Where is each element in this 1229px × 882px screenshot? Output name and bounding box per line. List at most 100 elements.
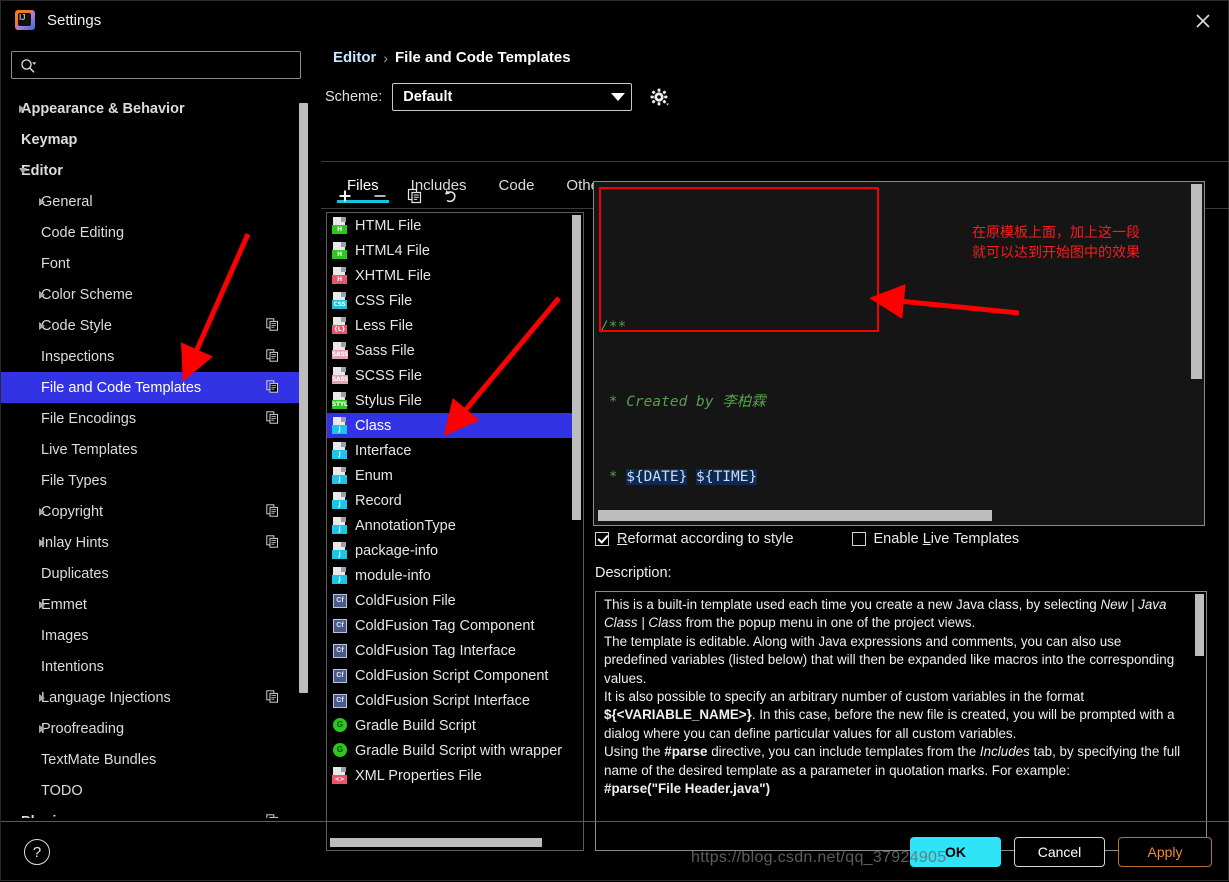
apply-button[interactable]: Apply	[1118, 837, 1212, 867]
copy-icon[interactable]	[266, 318, 279, 331]
template-list-item[interactable]: Cf ColdFusion File	[327, 588, 575, 613]
breadcrumb-separator: ›	[383, 49, 389, 66]
template-list-item[interactable]: H HTML File	[327, 213, 575, 238]
help-button[interactable]: ?	[24, 839, 50, 865]
sidebar-item-intentions[interactable]: Intentions	[1, 651, 301, 682]
settings-tree: Appearance & Behavior Keymap Editor General…	[1, 93, 301, 818]
template-list-item[interactable]: Cf ColdFusion Script Component	[327, 663, 575, 688]
copy-icon[interactable]	[266, 690, 279, 703]
template-list-item-label: ColdFusion Tag Component	[355, 617, 535, 634]
sidebar-item-general[interactable]: General	[1, 186, 301, 217]
template-list-item[interactable]: {L} Less File	[327, 313, 575, 338]
sidebar-item-live-templates[interactable]: Live Templates	[1, 434, 301, 465]
close-icon[interactable]	[1192, 10, 1214, 32]
chevron-right-icon[interactable]	[39, 600, 45, 609]
copy-icon[interactable]	[266, 380, 279, 393]
sidebar-item-file-types[interactable]: File Types	[1, 465, 301, 496]
sidebar-item-duplicates[interactable]: Duplicates	[1, 558, 301, 589]
template-list-item[interactable]: J Interface	[327, 438, 575, 463]
sidebar-item-language-injections[interactable]: Language Injections	[1, 682, 301, 713]
description-scrollbar[interactable]	[1195, 594, 1204, 656]
scheme-row: Scheme: Default	[325, 83, 670, 111]
reformat-checkbox[interactable]: Reformat according to style	[595, 531, 794, 547]
java-record-icon: J	[332, 492, 348, 509]
templates-list-vscrollbar[interactable]	[572, 215, 581, 520]
template-list-item[interactable]: STYL Stylus File	[327, 388, 575, 413]
plus-icon[interactable]	[336, 187, 354, 205]
minus-icon[interactable]	[371, 187, 389, 205]
sidebar-item-plugins[interactable]: Plugins	[1, 806, 301, 818]
chevron-down-icon[interactable]	[19, 167, 27, 174]
sidebar-item-code-style[interactable]: Code Style	[1, 310, 301, 341]
chevron-right-icon[interactable]	[39, 724, 45, 733]
editor-hscrollbar[interactable]	[598, 510, 992, 521]
cancel-button[interactable]: Cancel	[1014, 837, 1105, 867]
template-list-item[interactable]: <> XML Properties File	[327, 763, 575, 788]
undo-icon[interactable]	[441, 187, 459, 205]
enable-live-templates-checkbox[interactable]: Enable Live Templates	[851, 531, 1019, 547]
chinese-annotation: 在原模板上面，加上这一段 就可以达到开始图中的效果	[972, 225, 1140, 261]
editor-vscrollbar[interactable]	[1191, 184, 1202, 379]
template-list-item[interactable]: Cf ColdFusion Tag Interface	[327, 638, 575, 663]
copy-icon[interactable]	[266, 411, 279, 424]
checkbox-box	[595, 532, 609, 546]
chevron-right-icon[interactable]	[39, 538, 45, 547]
sidebar-item-file-and-code-templates[interactable]: File and Code Templates	[1, 372, 301, 403]
editor-options: Reformat according to style Enable Live …	[595, 531, 1019, 547]
template-list-item[interactable]: Jpackage-info	[327, 538, 575, 563]
copy-icon[interactable]	[266, 504, 279, 517]
breadcrumb-parent[interactable]: Editor	[333, 49, 376, 66]
sidebar-item-label: Appearance & Behavior	[21, 100, 185, 117]
sidebar-item-font[interactable]: Font	[1, 248, 301, 279]
templates-list-hscrollbar[interactable]	[330, 838, 542, 847]
copy-icon[interactable]	[266, 349, 279, 362]
sidebar-item-appearance-behavior[interactable]: Appearance & Behavior	[1, 93, 301, 124]
template-list-item[interactable]: Cf ColdFusion Script Interface	[327, 688, 575, 713]
chevron-right-icon[interactable]	[39, 197, 45, 206]
gear-icon[interactable]	[648, 86, 670, 108]
template-list-item[interactable]: G Gradle Build Script	[327, 713, 575, 738]
template-list-item[interactable]: CSS CSS File	[327, 288, 575, 313]
copy-icon[interactable]	[266, 535, 279, 548]
templates-list[interactable]: H HTML File H HTML4 File H XHTML File CSS CSS F…	[326, 212, 584, 851]
sidebar-item-code-editing[interactable]: Code Editing	[1, 217, 301, 248]
sidebar-item-label: File Types	[41, 472, 107, 489]
chevron-right-icon[interactable]	[39, 693, 45, 702]
sidebar-item-keymap[interactable]: Keymap	[1, 124, 301, 155]
sidebar-item-emmet[interactable]: Emmet	[1, 589, 301, 620]
template-list-item[interactable]: SASS Sass File	[327, 338, 575, 363]
sidebar-item-proofreading[interactable]: Proofreading	[1, 713, 301, 744]
template-list-item[interactable]: Cf ColdFusion Tag Component	[327, 613, 575, 638]
template-list-item[interactable]: H XHTML File	[327, 263, 575, 288]
chevron-right-icon[interactable]	[39, 290, 45, 299]
chevron-right-icon[interactable]	[19, 104, 25, 113]
sidebar-item-label: Editor	[21, 162, 63, 179]
sidebar-scrollbar[interactable]	[299, 103, 308, 693]
settings-dialog: IJ Settings Appearance & Behavior Keymap E…	[0, 0, 1229, 881]
chevron-right-icon[interactable]	[39, 321, 45, 330]
template-list-item[interactable]: Jmodule-info	[327, 563, 575, 588]
template-list-item[interactable]: J Enum	[327, 463, 575, 488]
sidebar-item-textmate-bundles[interactable]: TextMate Bundles	[1, 744, 301, 775]
template-list-item[interactable]: G Gradle Build Script with wrapper	[327, 738, 575, 763]
sidebar-item-file-encodings[interactable]: File Encodings	[1, 403, 301, 434]
sidebar-item-inlay-hints[interactable]: Inlay Hints	[1, 527, 301, 558]
sidebar-item-todo[interactable]: TODO	[1, 775, 301, 806]
template-list-item[interactable]: J Class	[327, 413, 575, 438]
template-list-item[interactable]: J AnnotationType	[327, 513, 575, 538]
sidebar-item-images[interactable]: Images	[1, 620, 301, 651]
sidebar-item-inspections[interactable]: Inspections	[1, 341, 301, 372]
copy-icon[interactable]	[266, 814, 279, 818]
sidebar-item-copyright[interactable]: Copyright	[1, 496, 301, 527]
description-text: This is a built-in template used each ti…	[604, 596, 1184, 798]
template-list-item[interactable]: J Record	[327, 488, 575, 513]
copy-icon[interactable]	[406, 187, 424, 205]
chevron-right-icon[interactable]	[39, 507, 45, 516]
sidebar-item-color-scheme[interactable]: Color Scheme	[1, 279, 301, 310]
sidebar-item-editor[interactable]: Editor	[1, 155, 301, 186]
template-list-item[interactable]: SASS SCSS File	[327, 363, 575, 388]
search-input[interactable]	[11, 51, 301, 79]
template-list-item[interactable]: H HTML4 File	[327, 238, 575, 263]
scheme-select[interactable]: Default	[392, 83, 633, 111]
description-panel[interactable]: This is a built-in template used each ti…	[595, 591, 1207, 851]
